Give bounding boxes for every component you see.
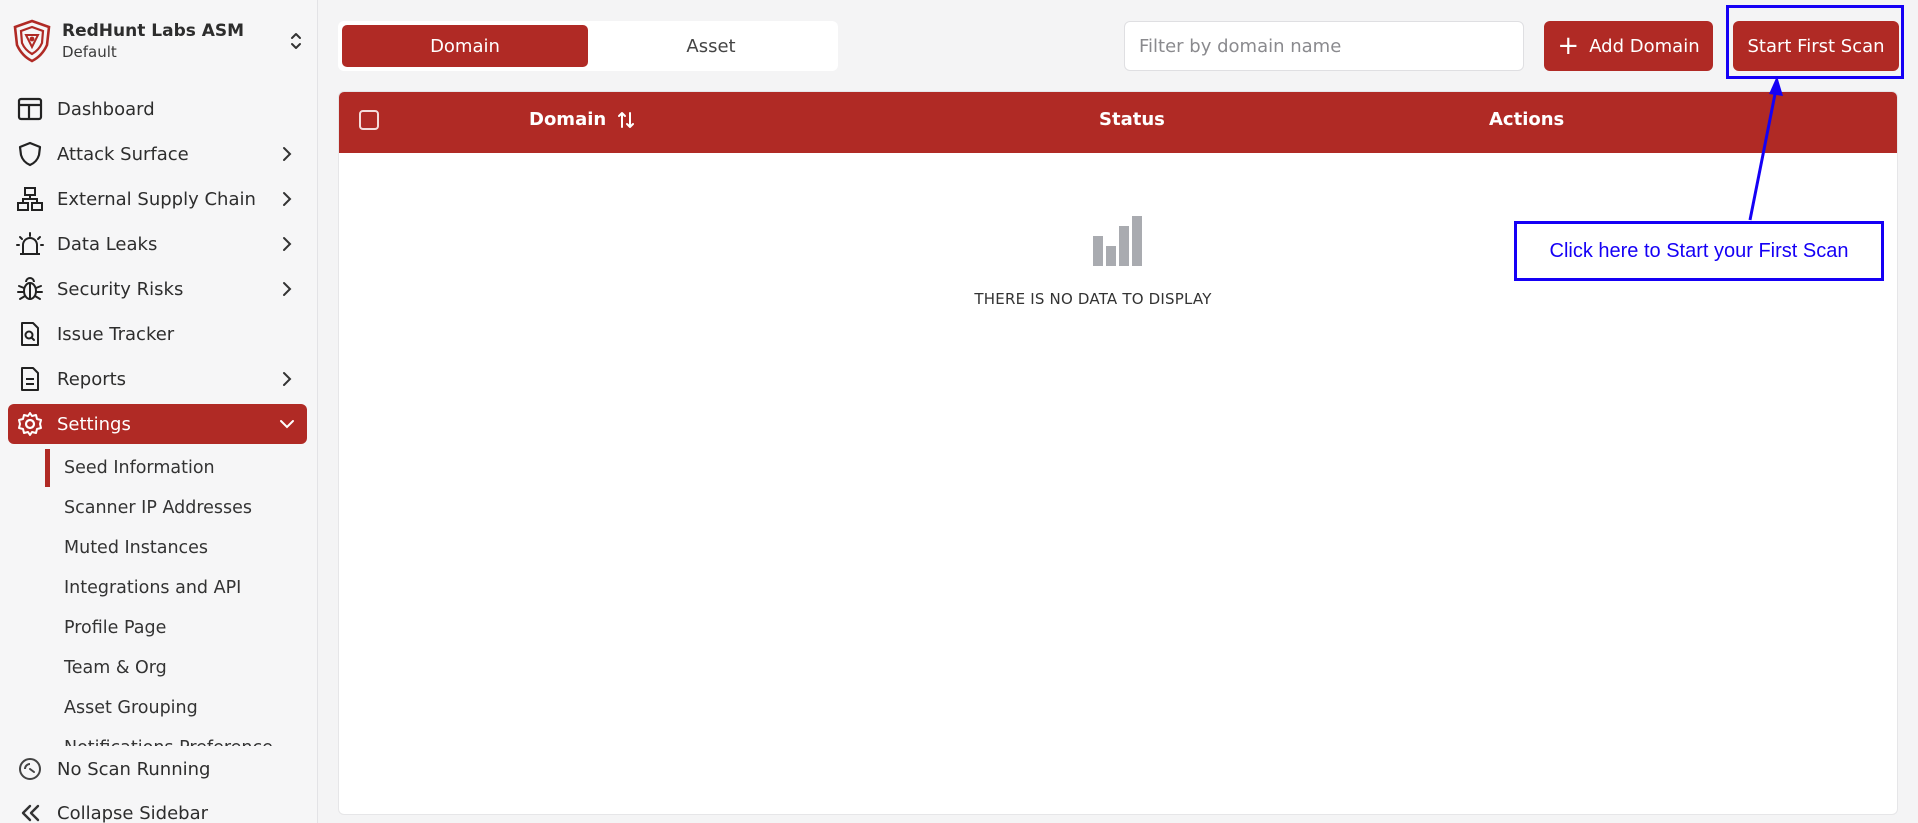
- nav-item-attack-surface[interactable]: Attack Surface: [8, 134, 307, 174]
- domain-filter-input[interactable]: [1124, 21, 1524, 71]
- add-domain-button[interactable]: + Add Domain: [1544, 21, 1713, 71]
- select-all-checkbox[interactable]: [359, 110, 379, 130]
- org-title: RedHunt Labs ASM: [62, 21, 245, 41]
- nav-item-security-risks[interactable]: Security Risks: [8, 269, 307, 309]
- nav-label: Security Risks: [57, 278, 184, 300]
- sub-item-notifications-preference[interactable]: Notifications Preference: [44, 728, 304, 746]
- org-workspace: Default: [62, 43, 117, 61]
- nav-item-issue-tracker[interactable]: Issue Tracker: [8, 314, 307, 354]
- sub-item-muted-instances[interactable]: Muted Instances: [44, 528, 304, 568]
- nav-label: Settings: [57, 413, 131, 435]
- file-search-icon: [16, 320, 44, 348]
- double-chevron-left-icon: [16, 799, 44, 823]
- main-nav: Dashboard Attack Surface External Supply…: [8, 89, 307, 449]
- start-first-scan-button[interactable]: Start First Scan: [1733, 21, 1899, 71]
- chevron-right-icon: [283, 237, 292, 251]
- sidebar: RedHunt Labs ASM Default Dashboard Attac…: [0, 0, 318, 823]
- nav-label: Data Leaks: [57, 233, 158, 255]
- nav-item-external-supply-chain[interactable]: External Supply Chain: [8, 179, 307, 219]
- dashboard-icon: [16, 95, 44, 123]
- collapse-sidebar-button[interactable]: Collapse Sidebar: [8, 793, 307, 823]
- column-domain[interactable]: Domain: [529, 109, 636, 130]
- collapse-sidebar-label: Collapse Sidebar: [57, 802, 208, 823]
- sub-item-asset-grouping[interactable]: Asset Grouping: [44, 688, 304, 728]
- sub-item-scanner-ip-addresses[interactable]: Scanner IP Addresses: [44, 488, 304, 528]
- brand-switcher[interactable]: RedHunt Labs ASM Default: [12, 16, 306, 66]
- chevron-up-down-icon[interactable]: [286, 28, 306, 54]
- document-icon: [16, 365, 44, 393]
- scan-status-label: No Scan Running: [57, 758, 211, 780]
- column-domain-label: Domain: [529, 109, 607, 130]
- nav-item-data-leaks[interactable]: Data Leaks: [8, 224, 307, 264]
- scan-status[interactable]: No Scan Running: [8, 749, 307, 789]
- nav-item-settings[interactable]: Settings: [8, 404, 307, 444]
- network-icon: [16, 185, 44, 213]
- view-toggle: Domain Asset: [338, 21, 838, 71]
- nav-item-reports[interactable]: Reports: [8, 359, 307, 399]
- add-domain-label: Add Domain: [1589, 35, 1700, 57]
- nav-item-dashboard[interactable]: Dashboard: [8, 89, 307, 129]
- alarm-icon: [16, 230, 44, 258]
- tab-asset[interactable]: Asset: [588, 25, 834, 67]
- nav-label: Reports: [57, 368, 127, 390]
- nav-label: External Supply Chain: [57, 188, 256, 210]
- gear-icon: [16, 410, 44, 438]
- sub-item-seed-information[interactable]: Seed Information: [44, 448, 304, 488]
- plus-icon: +: [1557, 31, 1580, 61]
- annotation-callout: Click here to Start your First Scan: [1514, 221, 1884, 281]
- bug-icon: [16, 275, 44, 303]
- sub-item-profile-page[interactable]: Profile Page: [44, 608, 304, 648]
- empty-state-text: THERE IS NO DATA TO DISPLAY: [974, 290, 1212, 308]
- sort-icon[interactable]: [616, 110, 636, 130]
- shield-icon: [16, 140, 44, 168]
- chevron-right-icon: [283, 147, 292, 161]
- nav-label: Attack Surface: [57, 143, 189, 165]
- chevron-down-icon: [280, 420, 294, 429]
- domain-table: Domain Status Actions THERE IS NO DATA T…: [338, 91, 1898, 815]
- column-actions: Actions: [1489, 109, 1565, 130]
- settings-submenu: Seed Information Scanner IP Addresses Mu…: [44, 448, 304, 746]
- bar-chart-icon: [1093, 216, 1142, 266]
- table-header: Domain Status Actions: [339, 92, 1897, 153]
- chevron-right-icon: [283, 192, 292, 206]
- sub-item-integrations-and-api[interactable]: Integrations and API: [44, 568, 304, 608]
- nav-label: Issue Tracker: [57, 323, 175, 345]
- column-status: Status: [1099, 109, 1165, 130]
- gauge-icon: [16, 755, 44, 783]
- nav-label: Dashboard: [57, 98, 155, 120]
- tab-domain[interactable]: Domain: [342, 25, 588, 67]
- chevron-right-icon: [283, 282, 292, 296]
- chevron-right-icon: [283, 372, 292, 386]
- sub-item-team-org[interactable]: Team & Org: [44, 648, 304, 688]
- redhunt-logo-icon: [13, 19, 51, 63]
